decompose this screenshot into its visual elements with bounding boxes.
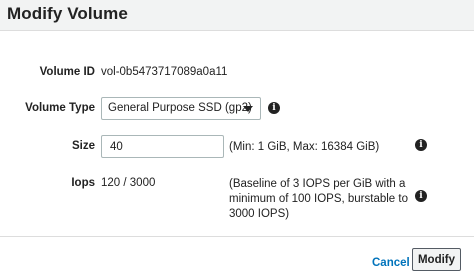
volume-type-label: Volume Type [25,102,95,114]
volume-type-select[interactable]: General Purpose SSD (gp2) [101,97,261,120]
chevron-down-icon [243,106,253,112]
iops-hint-line: minimum of 100 IOPS, burstable to [229,193,408,205]
iops-value: 120 / 3000 [101,177,156,189]
volume-id-label: Volume ID [39,66,95,78]
iops-hint-line: 3000 IOPS) [229,208,290,220]
modify-button[interactable]: Modify [412,248,461,271]
dialog-title: Modify Volume [7,4,128,23]
volume-id-value: vol-0b5473717089a0a11 [101,66,228,78]
modify-volume-dialog: Modify Volume Volume ID vol-0b5473717089… [0,0,474,275]
iops-info-icon[interactable]: i [415,190,427,202]
volume-type-selected: General Purpose SSD (gp2) [108,102,252,114]
size-label: Size [71,140,95,152]
size-info-icon[interactable]: i [415,139,427,151]
size-input[interactable] [101,135,224,158]
size-hint: (Min: 1 GiB, Max: 16384 GiB) [229,141,380,153]
volume-type-info-icon[interactable]: i [268,102,280,114]
dialog-header: Modify Volume [0,0,474,31]
iops-hint-line: (Baseline of 3 IOPS per GiB with a [229,178,406,190]
iops-label: Iops [71,177,95,189]
iops-hint: (Baseline of 3 IOPS per GiB with a minim… [229,177,408,222]
cancel-button[interactable]: Cancel [372,257,410,269]
dialog-footer: Cancel Modify [0,236,474,275]
